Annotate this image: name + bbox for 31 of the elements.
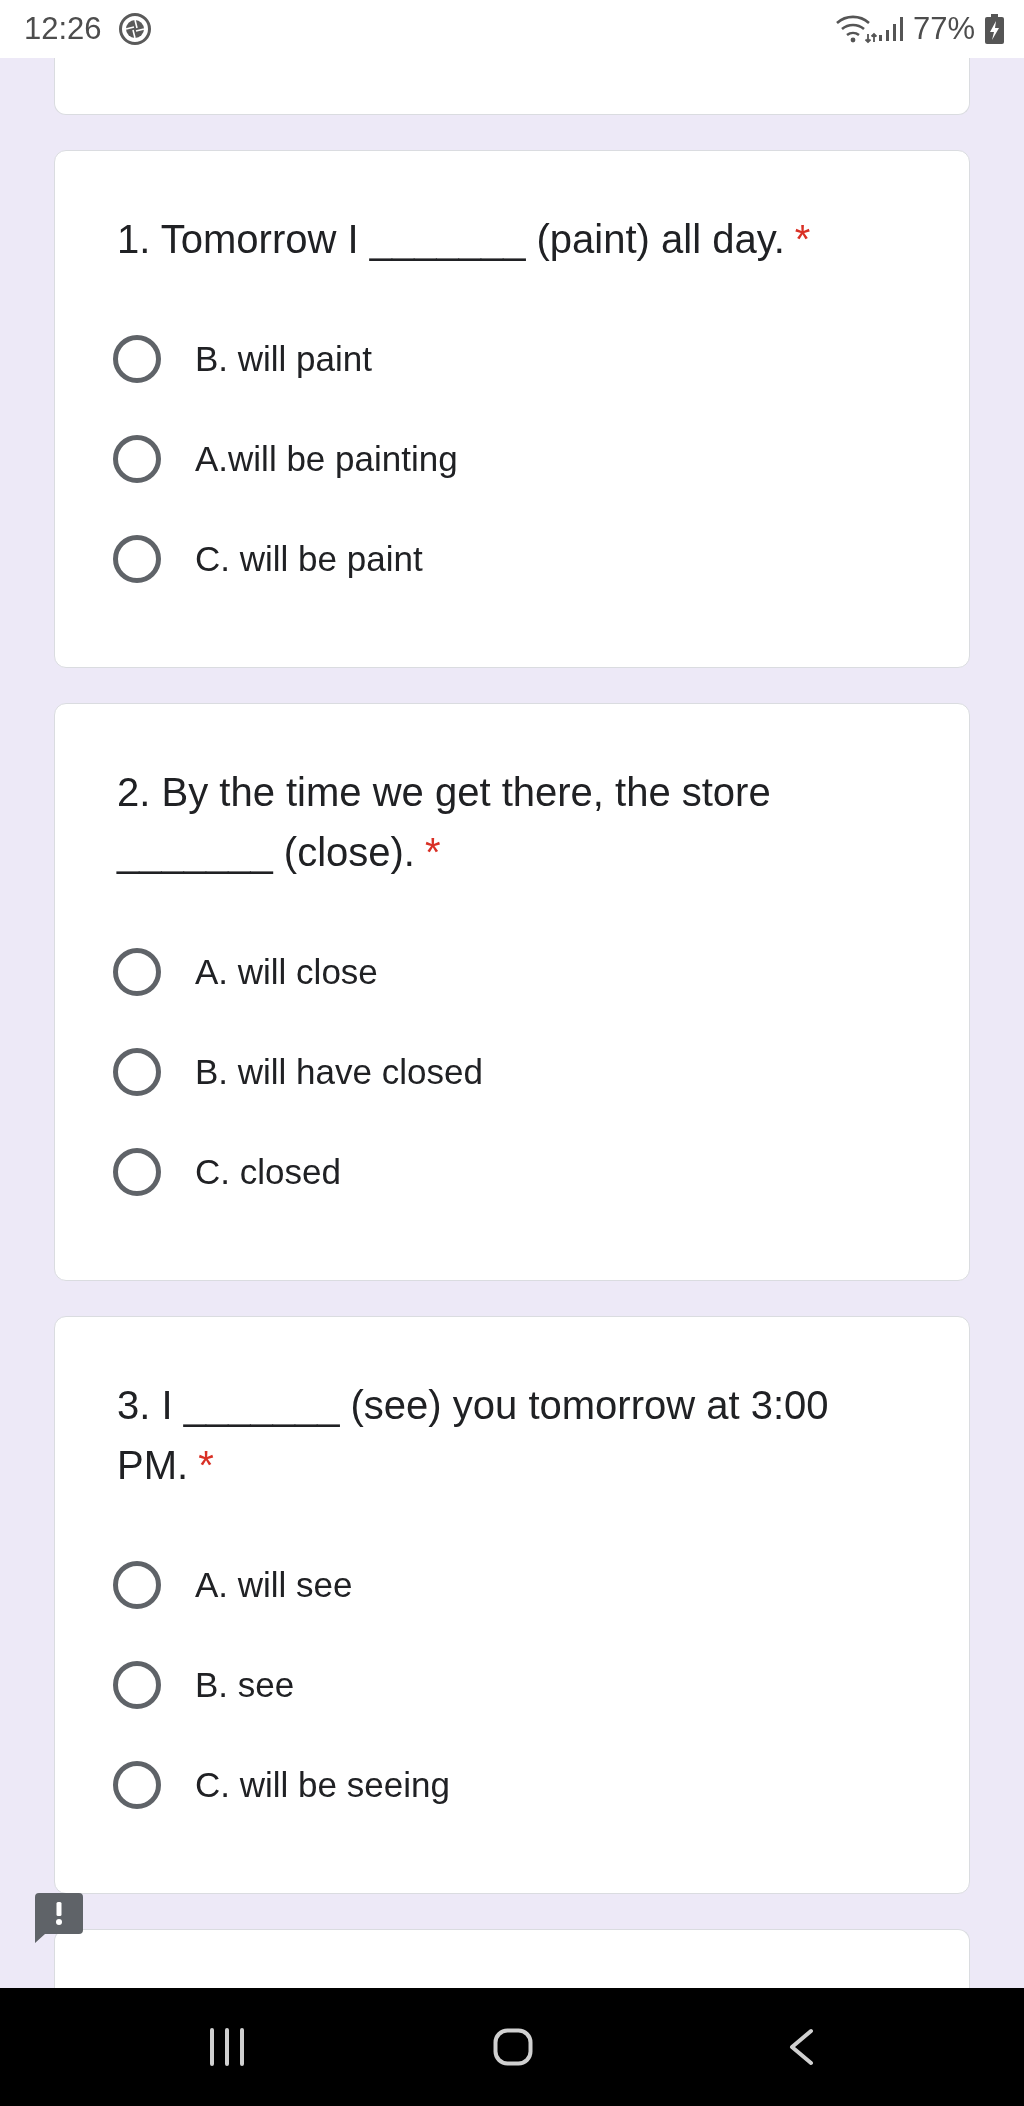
- feedback-icon[interactable]: [35, 1893, 83, 1943]
- radio-button[interactable]: [113, 1561, 161, 1609]
- radio-button[interactable]: [113, 1148, 161, 1196]
- question-text: 1. Tomorrow I _______ (paint) all day. *: [117, 216, 812, 263]
- option-label[interactable]: C. closed: [195, 1150, 341, 1194]
- option-label[interactable]: B. will paint: [195, 337, 373, 381]
- status-time: 12:26: [24, 9, 102, 48]
- option-label[interactable]: B. see: [195, 1663, 295, 1707]
- radio-button[interactable]: [113, 1048, 161, 1096]
- option-label[interactable]: C. will be seeing: [195, 1763, 450, 1807]
- aperture-icon: [117, 12, 152, 46]
- option-label[interactable]: A. will close: [195, 950, 378, 994]
- question-text: 2. By the time we get there, the store _______ (close). *: [117, 769, 772, 876]
- battery-charging-icon: [984, 14, 1005, 44]
- radio-button[interactable]: [113, 335, 161, 383]
- question-text: 3. I _______ (see) you tomorrow at 3:00 PM. *: [117, 1382, 830, 1489]
- signal-icon: [876, 15, 905, 43]
- option-label[interactable]: B. will have closed: [195, 1050, 483, 1094]
- wifi-icon: [834, 14, 877, 44]
- battery-percentage: 77%: [912, 9, 975, 48]
- option-label[interactable]: A.will be painting: [195, 437, 458, 481]
- radio-button[interactable]: [113, 535, 161, 583]
- radio-button[interactable]: [113, 948, 161, 996]
- radio-button[interactable]: [113, 435, 161, 483]
- home-icon[interactable]: [493, 2028, 533, 2066]
- back-icon[interactable]: [788, 2028, 814, 2066]
- radio-button[interactable]: [113, 1761, 161, 1809]
- option-label[interactable]: C. will be paint: [195, 537, 423, 581]
- option-label[interactable]: A. will see: [195, 1563, 353, 1607]
- radio-button[interactable]: [113, 1661, 161, 1709]
- recent-apps-icon[interactable]: [209, 2028, 245, 2066]
